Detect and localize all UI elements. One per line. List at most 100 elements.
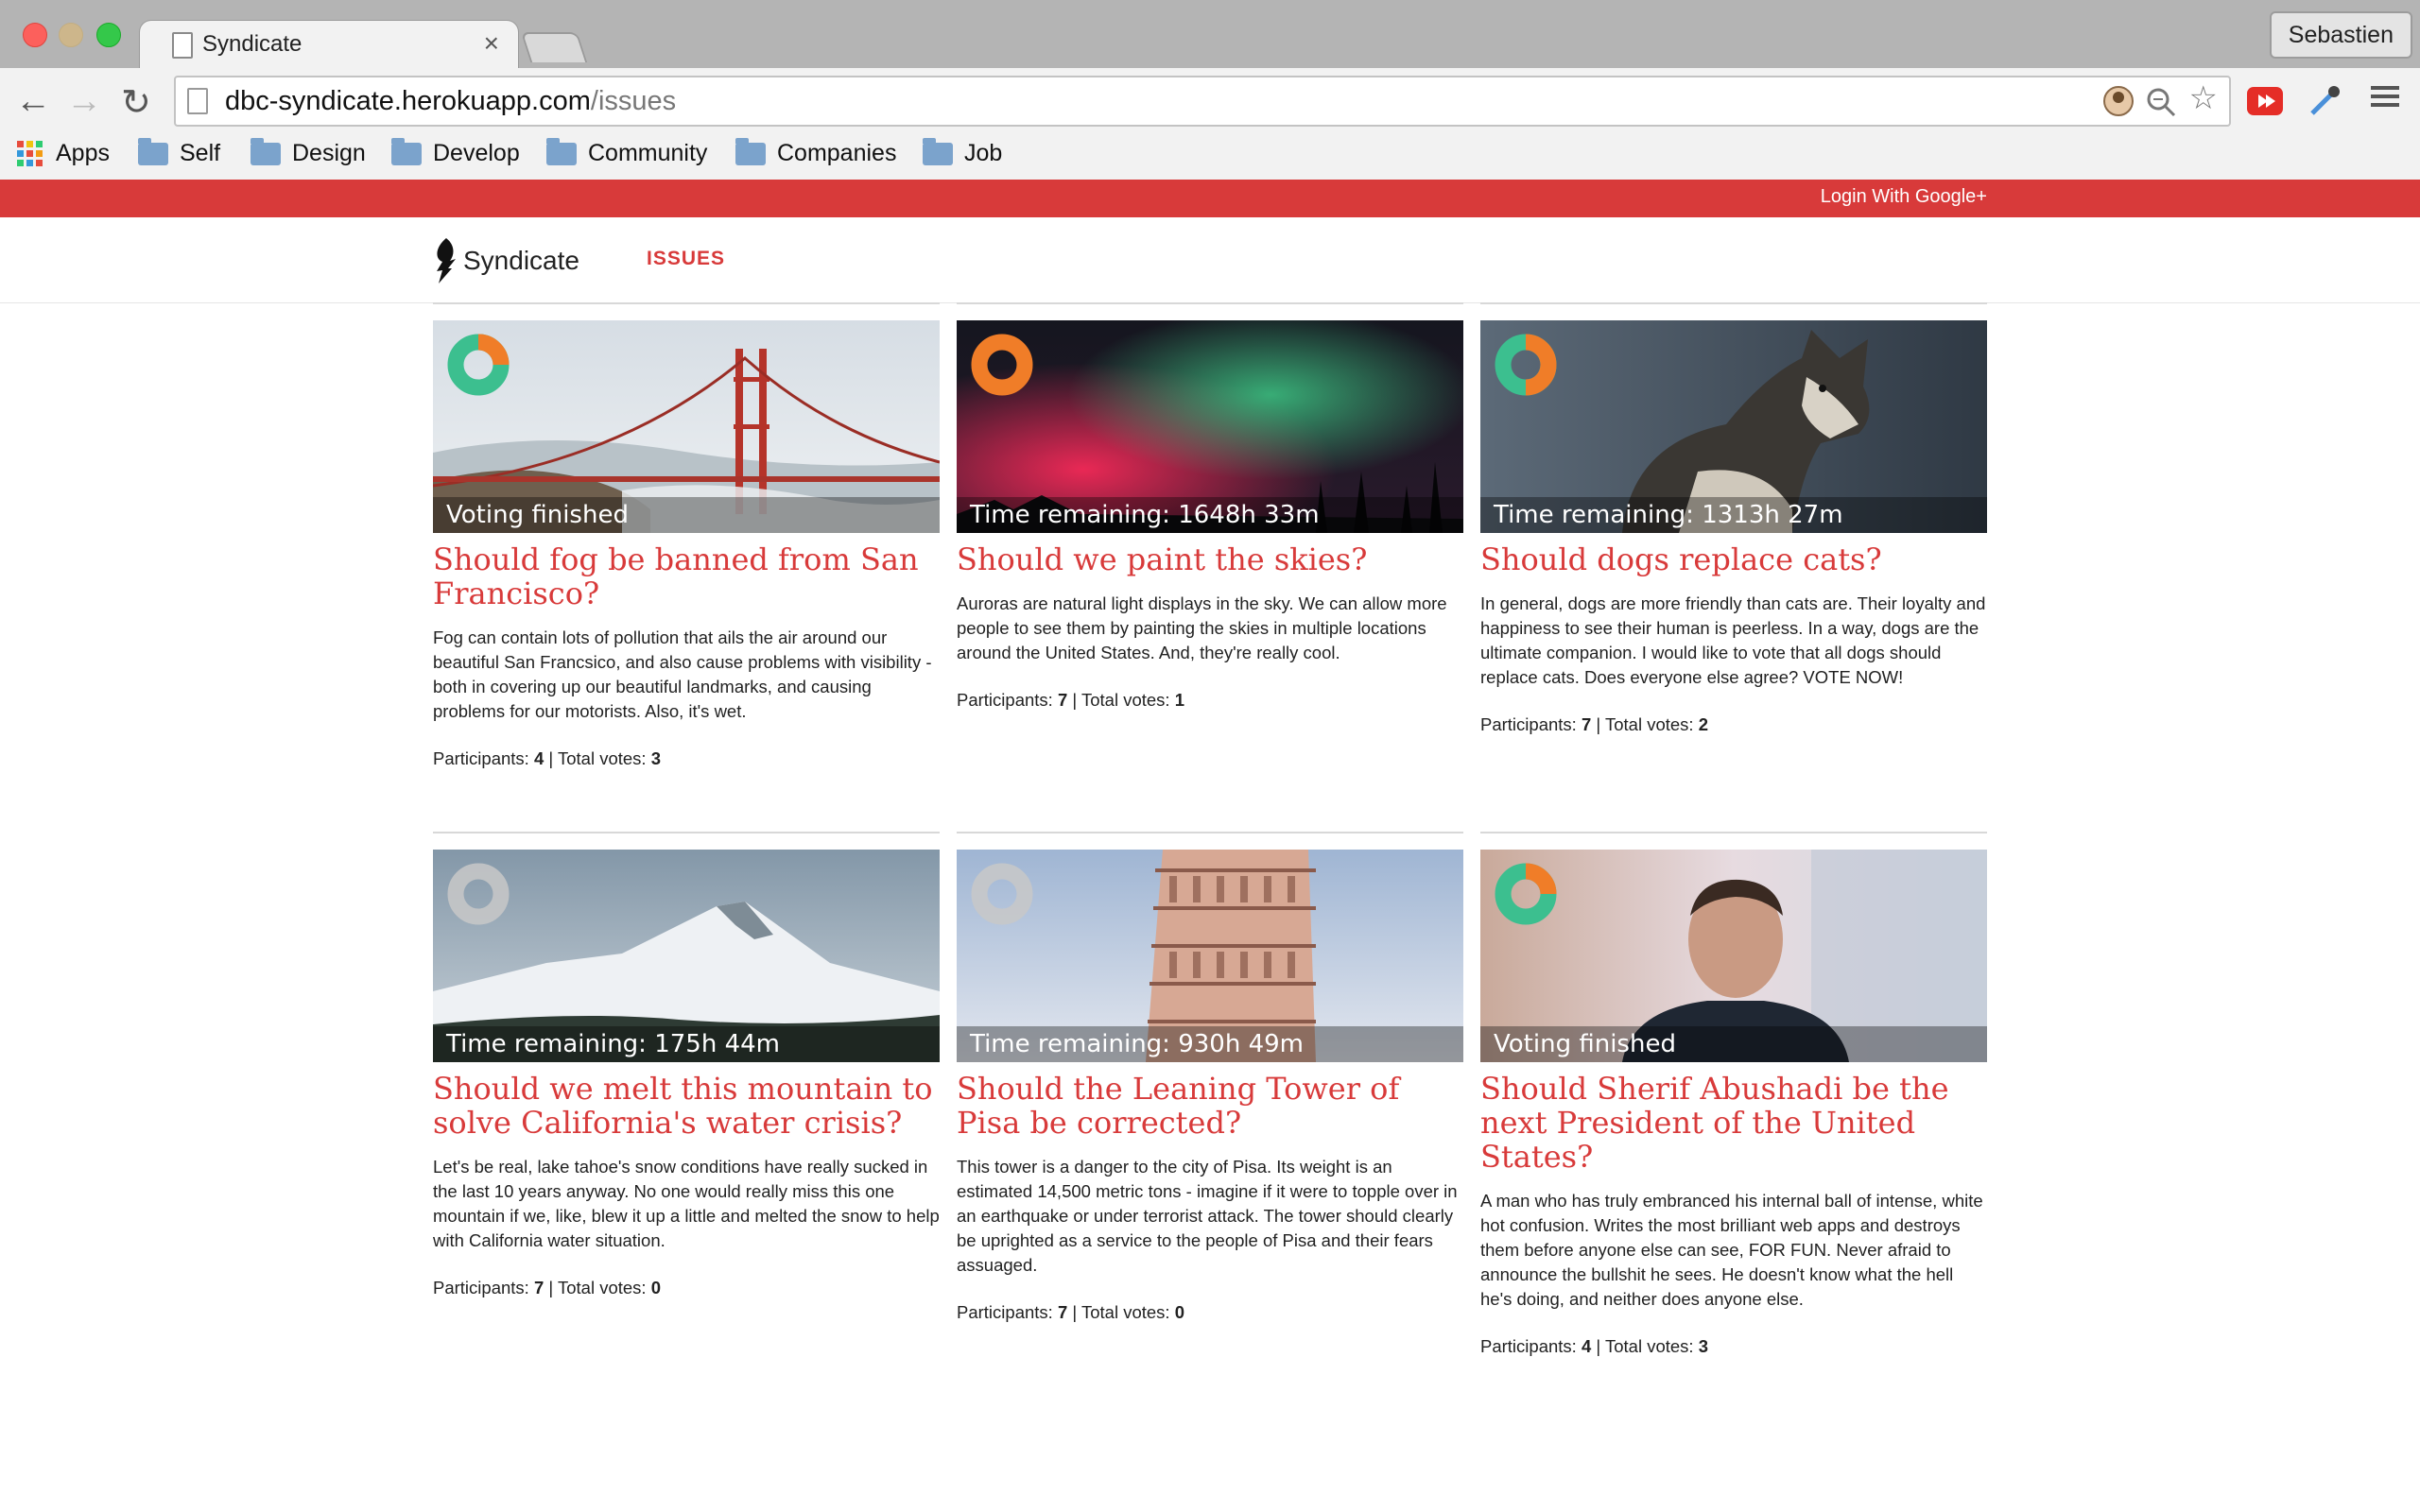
bookmark-label: Develop (433, 140, 520, 166)
profile-button[interactable]: Sebastien (2269, 11, 2412, 59)
issue-stats: Participants: 4 | Total votes: 3 (1480, 1336, 1987, 1357)
issue-title[interactable]: Should Sherif Abushadi be the next Presi… (1480, 1072, 1987, 1174)
browser-tab-bar: Syndicate × Sebastien (0, 0, 2420, 68)
folder-icon (546, 137, 577, 165)
issue-card[interactable]: Time remaining: 930h 49m Should the Lean… (957, 832, 1463, 1323)
bookmark-label: Community (588, 140, 708, 166)
time-remaining-label: Voting finished (433, 497, 940, 533)
card-divider (1480, 302, 1987, 304)
time-remaining-label: Time remaining: 930h 49m (957, 1026, 1463, 1062)
issue-image-golden-gate[interactable]: Voting finished (433, 320, 940, 533)
participants-count: 4 (1581, 1336, 1592, 1356)
folder-icon (735, 137, 766, 165)
bookmark-star-icon[interactable]: ☆ (2189, 79, 2218, 117)
bookmark-apps[interactable]: Apps (17, 140, 110, 167)
time-remaining-label: Voting finished (1480, 1026, 1987, 1062)
issue-card[interactable]: Voting finished Should Sherif Abushadi b… (1480, 832, 1987, 1357)
total-votes-label: | Total votes: (1596, 714, 1694, 734)
bookmark-job[interactable]: Job (923, 137, 1002, 167)
participants-label: Participants: (1480, 714, 1577, 734)
brand-name: Syndicate (463, 246, 579, 275)
apps-grid-icon (17, 141, 43, 166)
zoom-window-button[interactable] (96, 23, 121, 47)
card-divider (957, 302, 1463, 304)
issue-card[interactable]: Time remaining: 175h 44m Should we melt … (433, 832, 940, 1298)
vote-donut-chart (1495, 863, 1557, 925)
participants-count: 4 (533, 748, 544, 768)
bookmark-develop[interactable]: Develop (391, 137, 520, 167)
issue-title[interactable]: Should the Leaning Tower of Pisa be corr… (957, 1072, 1463, 1140)
issue-card[interactable]: Voting finished Should fog be banned fro… (433, 302, 940, 769)
top-red-bar: Login With Google+ (0, 180, 2420, 217)
issue-stats: Participants: 7 | Total votes: 0 (957, 1302, 1463, 1323)
avatar-icon[interactable] (2102, 85, 2135, 117)
vote-donut-chart (1495, 334, 1557, 396)
participants-label: Participants: (957, 690, 1053, 710)
participants-count: 7 (533, 1278, 544, 1297)
participants-label: Participants: (957, 1302, 1053, 1322)
bookmark-label: Apps (56, 140, 110, 166)
issue-stats: Participants: 7 | Total votes: 0 (433, 1278, 940, 1298)
forward-arrow-icon[interactable]: → (66, 81, 102, 122)
issue-title[interactable]: Should we melt this mountain to solve Ca… (433, 1072, 940, 1140)
folder-icon (923, 137, 953, 165)
total-votes-count: 0 (650, 1278, 661, 1297)
menu-icon[interactable] (2371, 81, 2399, 112)
reload-icon[interactable]: ↻ (121, 81, 151, 124)
browser-tab[interactable]: Syndicate × (140, 21, 518, 68)
vote-donut-chart (971, 863, 1033, 925)
issue-image-mountain[interactable]: Time remaining: 175h 44m (433, 850, 940, 1062)
total-votes-label: | Total votes: (1072, 690, 1170, 710)
new-tab-button[interactable] (520, 32, 588, 62)
bookmark-design[interactable]: Design (251, 137, 366, 167)
total-votes-count: 2 (1698, 714, 1708, 734)
total-votes-label: | Total votes: (548, 748, 647, 768)
tab-title: Syndicate (202, 31, 302, 57)
participants-count: 7 (1057, 690, 1068, 710)
issue-image-aurora[interactable]: Time remaining: 1648h 33m (957, 320, 1463, 533)
total-votes-count: 1 (1174, 690, 1184, 710)
issue-card[interactable]: Time remaining: 1648h 33m Should we pain… (957, 302, 1463, 711)
issue-description: Fog can contain lots of pollution that a… (433, 627, 932, 721)
bookmark-label: Self (180, 140, 221, 166)
eyedropper-extension-icon[interactable] (2307, 83, 2342, 119)
issue-image-pisa[interactable]: Time remaining: 930h 49m (957, 850, 1463, 1062)
minimize-window-button[interactable] (59, 23, 83, 47)
url-text[interactable]: dbc-syndicate.herokuapp.com/issues (225, 86, 676, 117)
youtube-extension-icon[interactable] (2247, 87, 2283, 115)
address-bar[interactable]: dbc-syndicate.herokuapp.com/issues ☆ (174, 76, 2231, 127)
folder-icon (138, 137, 168, 165)
issue-image-dog[interactable]: Time remaining: 1313h 27m (1480, 320, 1987, 533)
total-votes-label: | Total votes: (1072, 1302, 1170, 1322)
time-remaining-label: Time remaining: 1648h 33m (957, 497, 1463, 533)
issue-title[interactable]: Should fog be banned from San Francisco? (433, 542, 940, 610)
bookmark-companies[interactable]: Companies (735, 137, 897, 167)
bookmark-community[interactable]: Community (546, 137, 708, 167)
tab-close-icon[interactable]: × (484, 28, 499, 59)
bookmark-self[interactable]: Self (138, 137, 221, 167)
folder-icon (251, 137, 281, 165)
nav-issues-link[interactable]: ISSUES (647, 248, 725, 270)
issue-card[interactable]: Time remaining: 1313h 27m Should dogs re… (1480, 302, 1987, 735)
feather-logo-icon (437, 238, 456, 284)
login-google-link[interactable]: Login With Google+ (1821, 186, 1987, 208)
bookmark-label: Design (292, 140, 366, 166)
issue-stats: Participants: 4 | Total votes: 3 (433, 748, 940, 769)
back-arrow-icon[interactable]: ← (15, 81, 51, 122)
card-divider (957, 832, 1463, 833)
issue-stats: Participants: 7 | Total votes: 1 (957, 690, 1463, 711)
issue-image-person[interactable]: Voting finished (1480, 850, 1987, 1062)
zoom-icon[interactable] (2146, 87, 2176, 117)
total-votes-label: | Total votes: (1596, 1336, 1694, 1356)
close-window-button[interactable] (23, 23, 47, 47)
site-logo[interactable]: Syndicate (431, 236, 579, 285)
folder-icon (391, 137, 422, 165)
issue-title[interactable]: Should we paint the skies? (957, 542, 1463, 576)
time-remaining-label: Time remaining: 1313h 27m (1480, 497, 1987, 533)
issue-description: Let's be real, lake tahoe's snow conditi… (433, 1157, 940, 1250)
vote-donut-chart (971, 334, 1033, 396)
issue-title[interactable]: Should dogs replace cats? (1480, 542, 1987, 576)
browser-toolbar: ← → ↻ dbc-syndicate.herokuapp.com/issues… (0, 68, 2420, 183)
bookmark-label: Companies (777, 140, 897, 166)
participants-label: Participants: (1480, 1336, 1577, 1356)
